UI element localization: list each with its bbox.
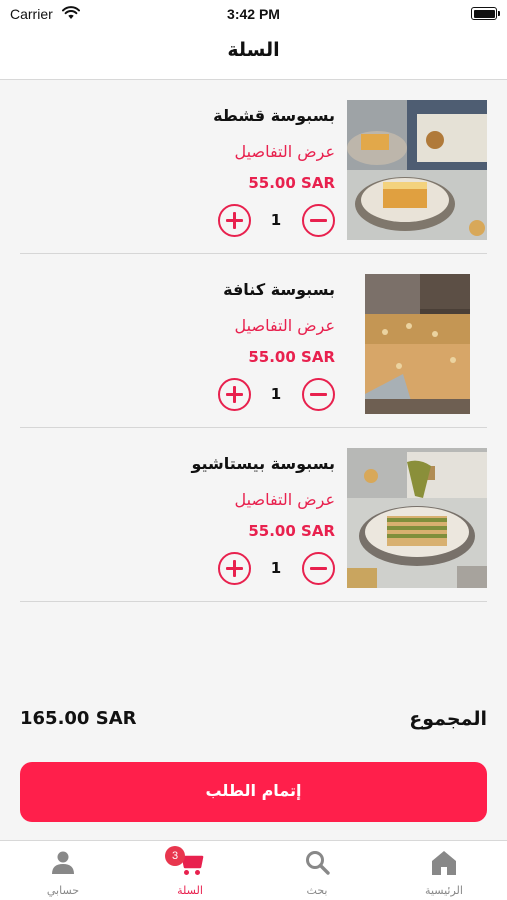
tab-bar: حسابي 3 السلة بحث الرئيسية — [0, 840, 507, 900]
cart-badge: 3 — [165, 846, 185, 866]
total-label: المجموع — [409, 708, 487, 730]
product-name: بسبوسة بيستاشيو — [191, 454, 335, 473]
tab-label: بحث — [306, 884, 328, 897]
tab-label: حسابي — [46, 884, 80, 897]
decrease-quantity-button[interactable] — [302, 552, 335, 585]
product-image[interactable] — [347, 448, 487, 588]
product-name: بسبوسة قشطة — [213, 106, 335, 125]
status-bar: Carrier 3:42 PM — [0, 0, 507, 28]
product-image[interactable] — [365, 274, 470, 414]
product-price: 55.00 SAR — [248, 522, 335, 540]
tab-cart[interactable]: 3 السلة — [127, 841, 253, 900]
cart-item: بسبوسة كنافة عرض التفاصيل 55.00 SAR 1 — [20, 254, 487, 428]
home-icon — [432, 851, 456, 875]
increase-quantity-button[interactable] — [218, 552, 251, 585]
quantity-value: 1 — [270, 211, 282, 229]
tab-label: الرئيسية — [425, 884, 463, 897]
minus-icon — [310, 218, 327, 222]
view-details-link[interactable]: عرض التفاصيل — [235, 490, 335, 509]
decrease-quantity-button[interactable] — [302, 204, 335, 237]
tab-account[interactable]: حسابي — [0, 841, 126, 900]
increase-quantity-button[interactable] — [218, 378, 251, 411]
tab-search[interactable]: بحث — [254, 841, 380, 900]
decrease-quantity-button[interactable] — [302, 378, 335, 411]
tab-home[interactable]: الرئيسية — [381, 841, 507, 900]
product-price: 55.00 SAR — [248, 174, 335, 192]
cart-item: بسبوسة قشطة عرض التفاصيل 55.00 SAR 1 — [20, 80, 487, 254]
minus-icon — [310, 392, 327, 396]
checkout-button[interactable]: إتمام الطلب — [20, 762, 487, 822]
product-image[interactable] — [347, 100, 487, 240]
cart-item: بسبوسة بيستاشيو عرض التفاصيل 55.00 SAR 1 — [20, 428, 487, 602]
view-details-link[interactable]: عرض التفاصيل — [235, 142, 335, 161]
quantity-value: 1 — [270, 385, 282, 403]
battery-icon — [471, 7, 500, 20]
product-price: 55.00 SAR — [248, 348, 335, 366]
checkout-button-label: إتمام الطلب — [205, 781, 302, 800]
nav-header: السلة — [0, 28, 507, 80]
tab-label: السلة — [177, 884, 203, 897]
search-icon — [306, 851, 330, 875]
page-title: السلة — [227, 39, 280, 61]
clock: 3:42 PM — [227, 6, 280, 22]
person-icon — [52, 851, 74, 874]
view-details-link[interactable]: عرض التفاصيل — [235, 316, 335, 335]
product-name: بسبوسة كنافة — [223, 280, 335, 299]
quantity-value: 1 — [270, 559, 282, 577]
increase-quantity-button[interactable] — [218, 204, 251, 237]
minus-icon — [310, 566, 327, 570]
total-row: 165.00 SAR المجموع — [20, 706, 487, 736]
total-amount: 165.00 SAR — [20, 708, 137, 729]
